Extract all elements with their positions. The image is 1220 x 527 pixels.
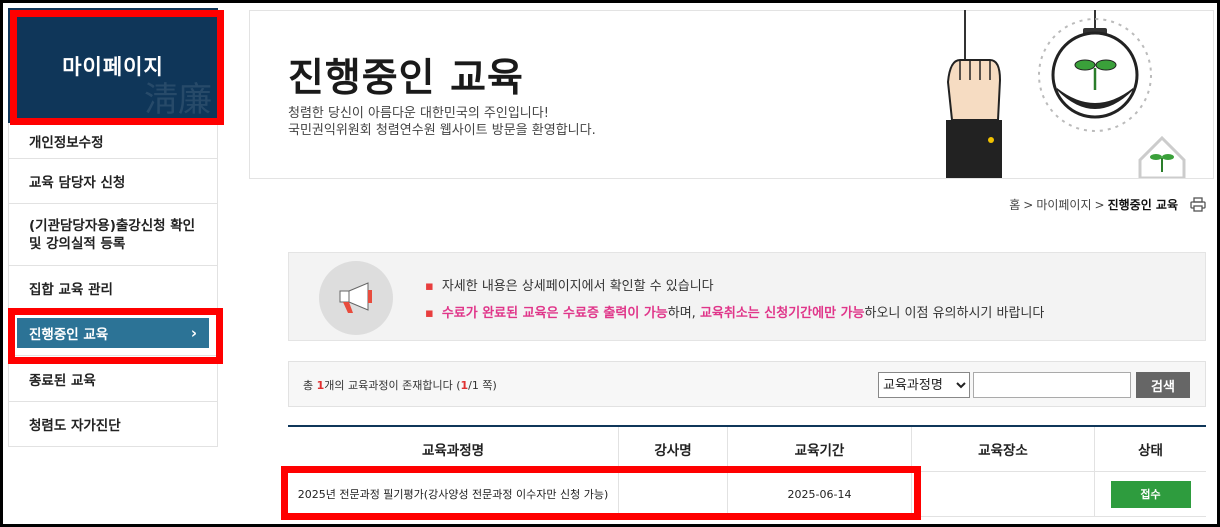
- search-field-select[interactable]: 교육과정명: [878, 372, 970, 398]
- breadcrumb-current: 진행중인 교육: [1107, 198, 1178, 212]
- result-count: 총 1개의 교육과정이 존재합니다 (1/1 쪽): [303, 377, 497, 393]
- page-subtitle: 청렴한 당신이 아름다운 대한민국의 주인입니다! 국민권익위원회 청렴연수원 …: [288, 105, 596, 139]
- status-button[interactable]: 접수: [1110, 480, 1191, 508]
- notice-emphasis: 수료가 완료된 교육은 수료증 출력이 가능: [441, 306, 668, 321]
- sidebar: 마이페이지 淸廉 개인정보수정 교육 담당자 신청 (기관담당자용)출강신청 확…: [8, 8, 218, 447]
- sidebar-item-group-education[interactable]: 집합 교육 관리: [8, 266, 218, 310]
- breadcrumb-separator: >: [1094, 197, 1105, 212]
- sidebar-item-label: (기관담당자용)출강신청 확인 및 강의실적 등록: [29, 217, 196, 252]
- hand-icon: [946, 59, 1002, 121]
- notice-text: 하며,: [667, 306, 700, 321]
- page-header: 진행중인 교육 청렴한 당신이 아름다운 대한민국의 주인입니다! 국민권익위원…: [249, 10, 1214, 178]
- page-total: /1 쪽): [468, 379, 497, 392]
- sidebar-item-lecture-confirm[interactable]: (기관담당자용)출강신청 확인 및 강의실적 등록: [8, 204, 218, 266]
- header-divider: [249, 178, 1214, 179]
- bullet-icon: ▪: [425, 279, 434, 294]
- place-cell: [912, 472, 1095, 516]
- course-name-link[interactable]: 2025년 전문과정 필기평가(강사양성 전문과정 이수자만 신청 가능): [288, 472, 619, 516]
- sidebar-item-label: 집합 교육 관리: [29, 281, 113, 298]
- megaphone-icon: [339, 282, 372, 313]
- column-header: 교육장소: [912, 427, 1095, 471]
- printer-icon[interactable]: [1190, 197, 1206, 212]
- search-bar: 총 1개의 교육과정이 존재합니다 (1/1 쪽) 교육과정명 검색: [288, 361, 1206, 407]
- sidebar-item-wrap: 진행중인 교육 ›: [8, 310, 218, 356]
- sidebar-item-ongoing[interactable]: 진행중인 교육 ›: [17, 318, 209, 348]
- notice-text: 하오니 이점 유의하시기 바랍니다: [864, 306, 1045, 321]
- table-row: 2025년 전문과정 필기평가(강사양성 전문과정 이수자만 신청 가능) 20…: [288, 472, 1206, 517]
- notice-line-2: ▪ 수료가 완료된 교육은 수료증 출력이 가능하며, 교육취소는 신청기간에만 …: [425, 302, 1044, 321]
- breadcrumb-parent[interactable]: 마이페이지: [1036, 196, 1091, 213]
- table-header-row: 교육과정명 강사명 교육기간 교육장소 상태: [288, 427, 1206, 472]
- sidebar-item-label: 교육 담당자 신청: [29, 175, 126, 191]
- column-header: 강사명: [619, 427, 728, 471]
- course-table: 교육과정명 강사명 교육기간 교육장소 상태 2025년 전문과정 필기평가(강…: [288, 425, 1206, 517]
- sleeve-shape: [946, 120, 1002, 178]
- sidebar-item-label: 종료된 교육: [29, 372, 96, 389]
- sidebar-item-label: 청렴도 자가진단: [29, 418, 121, 434]
- header-illustration: [946, 10, 1186, 178]
- search-button[interactable]: 검색: [1136, 372, 1190, 398]
- search-input[interactable]: [973, 372, 1131, 398]
- subtitle-line: 국민권익위원회 청렴연수원 웹사이트 방문을 환영합니다.: [288, 123, 596, 138]
- sidebar-item-label: 개인정보수정: [29, 134, 104, 151]
- count-prefix: 총: [303, 379, 317, 392]
- notice-box: ▪ 자세한 내용은 상세페이지에서 확인할 수 있습니다 ▪ 수료가 완료된 교육은…: [288, 252, 1206, 341]
- status-cell: 접수: [1095, 472, 1206, 516]
- page-title: 진행중인 교육: [288, 56, 524, 101]
- breadcrumb: 홈 > 마이페이지 > 진행중인 교육: [1009, 196, 1206, 213]
- count-text: 개의 교육과정이 존재합니다 (: [324, 379, 461, 392]
- sidebar-header: 마이페이지 淸廉: [8, 8, 218, 123]
- column-header: 상태: [1138, 443, 1163, 459]
- instructor-cell: [619, 472, 728, 516]
- sidebar-item-self-diagnosis[interactable]: 청렴도 자가진단: [8, 402, 218, 447]
- breadcrumb-home[interactable]: 홈: [1009, 196, 1020, 213]
- column-header: 교육과정명: [288, 427, 619, 471]
- breadcrumb-separator: >: [1023, 197, 1034, 212]
- subtitle-line: 청렴한 당신이 아름다운 대한민국의 주인입니다!: [288, 106, 549, 121]
- sidebar-item-finished[interactable]: 종료된 교육: [8, 356, 218, 402]
- period-cell: 2025-06-14: [728, 472, 912, 516]
- notice-circle: [319, 261, 393, 335]
- sidebar-item-label: 진행중인 교육: [29, 327, 109, 343]
- chevron-right-icon: ›: [190, 324, 197, 342]
- notice-line-1: ▪ 자세한 내용은 상세페이지에서 확인할 수 있습니다: [425, 275, 714, 294]
- notice-text: 자세한 내용은 상세페이지에서 확인할 수 있습니다: [441, 279, 714, 294]
- sidebar-item-manager-request[interactable]: 교육 담당자 신청: [8, 159, 218, 204]
- sidebar-watermark: 淸廉: [144, 80, 212, 120]
- notice-emphasis: 교육취소는 신청기간에만 가능: [699, 306, 865, 321]
- bullet-icon: ▪: [425, 306, 434, 321]
- column-header: 교육기간: [728, 427, 912, 471]
- sidebar-item-profile[interactable]: 개인정보수정: [8, 123, 218, 159]
